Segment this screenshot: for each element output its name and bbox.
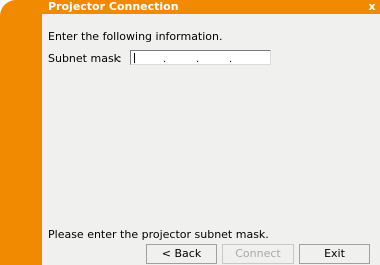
- window-title: Projector Connection: [48, 0, 179, 13]
- subnet-mask-label: Subnet mask: [48, 52, 121, 65]
- exit-button[interactable]: Exit: [299, 244, 370, 264]
- content-panel: Enter the following information. Subnet …: [42, 14, 380, 265]
- subnet-mask-colon: :: [118, 52, 122, 65]
- ip-separator-3: .: [229, 54, 233, 65]
- back-button[interactable]: < Back: [146, 244, 217, 264]
- instruction-text: Enter the following information.: [48, 30, 223, 43]
- close-button[interactable]: x: [365, 0, 379, 14]
- side-accent-bar: [0, 0, 42, 265]
- ip-separator-2: .: [196, 54, 200, 65]
- text-caret: [134, 53, 135, 63]
- connect-button[interactable]: Connect: [222, 244, 294, 264]
- ip-separator-1: .: [163, 54, 167, 65]
- title-bar: Projector Connection x: [42, 0, 380, 14]
- status-message: Please enter the projector subnet mask.: [48, 228, 269, 241]
- wizard-window: Projector Connection x Enter the followi…: [0, 0, 380, 265]
- subnet-mask-input[interactable]: . . .: [130, 50, 271, 65]
